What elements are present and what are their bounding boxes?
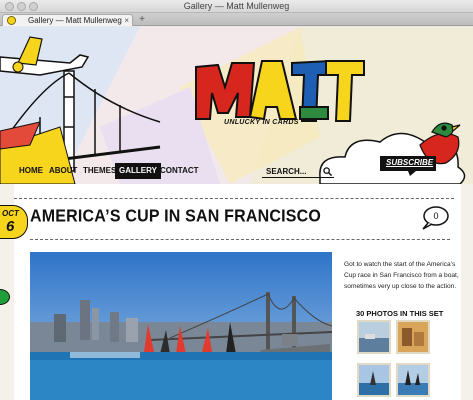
divider-top — [14, 198, 454, 199]
search-icon[interactable] — [323, 167, 332, 176]
main-nav: HOME ABOUT THEMES GALLERY CONTACT — [0, 163, 260, 179]
photo-set-title: 30 PHOTOS IN THIS SET — [356, 309, 444, 318]
nav-contact[interactable]: CONTACT — [156, 163, 203, 179]
subscribe-button[interactable]: SUBSCRIBE — [386, 158, 433, 167]
nav-gallery[interactable]: GALLERY — [115, 163, 161, 179]
gallery-thumbnail[interactable] — [396, 363, 430, 397]
new-tab-button[interactable]: + — [136, 15, 148, 25]
close-window-button[interactable] — [5, 2, 14, 11]
post-photo[interactable] — [30, 252, 332, 400]
gallery-thumbnail[interactable] — [357, 320, 391, 354]
window-titlebar: Gallery — Matt Mullenweg — [0, 0, 473, 13]
tab-label: Gallery — Matt Mullenweg — [28, 16, 122, 25]
web-page: UNLUCKY IN CARDS HOME ABOUT THEMES GALLE… — [0, 27, 473, 400]
search-placeholder: SEARCH... — [266, 167, 307, 176]
comments-icon[interactable]: 0 — [420, 205, 450, 231]
svg-text:0: 0 — [433, 211, 438, 221]
tab-close-icon[interactable]: × — [124, 15, 129, 26]
nav-about[interactable]: ABOUT — [45, 163, 81, 179]
window-title: Gallery — Matt Mullenweg — [183, 1, 290, 11]
site-tagline: UNLUCKY IN CARDS — [224, 119, 299, 126]
post-date-month: OCT — [2, 209, 19, 218]
tab-gallery[interactable]: Gallery — Matt Mullenweg × — [2, 14, 133, 26]
post-date-badge: OCT 6 — [0, 205, 28, 239]
gallery-thumbnail[interactable] — [396, 320, 430, 354]
search-input[interactable]: SEARCH... — [262, 166, 334, 178]
post-excerpt: Got to watch the start of the America’s … — [344, 261, 459, 290]
tab-bar: Gallery — Matt Mullenweg × + — [0, 13, 473, 26]
decorative-sticker — [0, 289, 10, 305]
gallery-thumbnail[interactable] — [357, 363, 391, 397]
post-title[interactable]: AMERICA’S CUP IN SAN FRANCISCO — [30, 207, 321, 227]
nav-home[interactable]: HOME — [15, 163, 47, 179]
minimize-window-button[interactable] — [17, 2, 26, 11]
post-date-day: 6 — [6, 218, 15, 235]
site-favicon-icon — [7, 16, 16, 25]
post-photo-image — [30, 252, 332, 400]
zoom-window-button[interactable] — [29, 2, 38, 11]
divider-title — [30, 239, 450, 240]
